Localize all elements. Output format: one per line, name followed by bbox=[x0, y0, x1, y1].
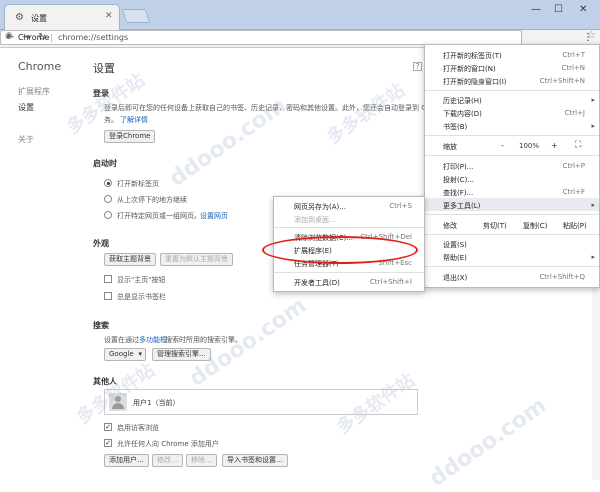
gear-icon: ⚙ bbox=[15, 12, 24, 23]
search-engine-value: Google bbox=[109, 350, 134, 358]
allow-add-user-label: 允许任何人向 Chrome 添加用户 bbox=[117, 440, 219, 448]
page-title: 设置 bbox=[93, 62, 115, 75]
startup-option-specific: 打开特定网页或一组网页。 bbox=[117, 212, 201, 220]
watermark-domain-3: ddooo.com bbox=[425, 393, 552, 492]
menu-history[interactable]: 历史记录(H) bbox=[443, 96, 482, 106]
tab-settings[interactable]: ⚙ 设置 ✕ bbox=[4, 4, 120, 30]
menu-bookmarks[interactable]: 书签(B) bbox=[443, 122, 467, 132]
submenu-save-page[interactable]: 网页另存为(A)... bbox=[294, 202, 346, 212]
submenu-arrow-icon: ▸ bbox=[591, 201, 595, 209]
startup-radio-specific[interactable] bbox=[104, 211, 112, 219]
login-learn-more-link[interactable]: 了解详情 bbox=[120, 115, 148, 125]
sidebar-item-about[interactable]: 关于 bbox=[18, 134, 34, 145]
submenu-dev-tools[interactable]: 开发者工具(D) bbox=[294, 278, 340, 288]
sidebar-item-extensions[interactable]: 扩展程序 bbox=[18, 86, 50, 97]
omnibox-url: chrome://settings bbox=[58, 33, 129, 42]
guest-browsing-checkbox[interactable]: ✓ bbox=[104, 423, 112, 431]
startup-heading: 启动时 bbox=[93, 159, 117, 168]
maximize-icon[interactable]: ☐ bbox=[554, 4, 563, 15]
import-bookmarks-button[interactable]: 导入书签和设置... bbox=[222, 454, 288, 467]
chrome-page-icon: ◉ bbox=[5, 31, 13, 41]
startup-radio-newtab[interactable] bbox=[104, 179, 112, 187]
show-bookmarks-checkbox[interactable] bbox=[104, 292, 112, 300]
show-bookmarks-label: 总是显示书签栏 bbox=[117, 293, 166, 301]
menu-help[interactable]: 帮助(E) bbox=[443, 253, 467, 263]
get-themes-button[interactable]: 获取主题背景 bbox=[104, 253, 156, 266]
menu-cut[interactable]: 剪切(T) bbox=[483, 221, 507, 231]
omnibox-chip: Chrome bbox=[18, 33, 50, 42]
startup-option-newtab: 打开新标签页 bbox=[117, 180, 159, 188]
menu-copy[interactable]: 复制(C) bbox=[523, 221, 547, 231]
search-heading: 搜索 bbox=[93, 321, 109, 330]
minimize-icon[interactable]: — bbox=[531, 4, 541, 15]
omnibox-link[interactable]: 多功能框 bbox=[139, 335, 167, 345]
zoom-value: 100% bbox=[519, 142, 540, 150]
menu-new-tab-shortcut: Ctrl+T bbox=[562, 51, 585, 59]
menu-downloads-shortcut: Ctrl+J bbox=[564, 109, 585, 117]
reset-theme-button[interactable]: 重置为默认主题背景 bbox=[160, 253, 233, 266]
search-text-pre: 设置在通过 bbox=[104, 336, 139, 344]
menu-edit-label: 修改 bbox=[443, 222, 457, 230]
menu-exit-shortcut: Ctrl+Shift+Q bbox=[539, 273, 585, 281]
sidebar-item-settings[interactable]: 设置 bbox=[18, 102, 34, 113]
omnibox[interactable]: ◉ Chrome | chrome://settings ☆ bbox=[0, 30, 596, 45]
omnibox-separator: | bbox=[50, 33, 53, 42]
highlight-ellipse bbox=[262, 236, 418, 264]
add-user-button[interactable]: 添加用户... bbox=[104, 454, 149, 467]
watermark-brand-2: 多多软件站 bbox=[322, 79, 409, 149]
menu-more-tools[interactable]: 更多工具(L) bbox=[443, 201, 480, 211]
menu-new-tab[interactable]: 打开新的标签页(T) bbox=[443, 51, 502, 61]
show-home-label: 显示"主页"按钮 bbox=[117, 276, 166, 284]
menu-find[interactable]: 查找(F)... bbox=[443, 188, 473, 198]
guest-browsing-label: 启用访客浏览 bbox=[117, 424, 159, 432]
new-tab-button[interactable] bbox=[121, 9, 151, 23]
appearance-heading: 外观 bbox=[93, 239, 109, 248]
submenu-arrow-icon: ▸ bbox=[591, 96, 595, 104]
submenu-save-page-shortcut: Ctrl+S bbox=[389, 202, 412, 210]
set-pages-link[interactable]: 设置网页 bbox=[200, 211, 228, 221]
submenu-arrow-icon: ▸ bbox=[591, 122, 595, 130]
menu-print[interactable]: 打印(P)... bbox=[443, 162, 473, 172]
menu-exit[interactable]: 退出(X) bbox=[443, 273, 467, 283]
submenu-add-to-desktop[interactable]: 添加到桌面... bbox=[294, 215, 336, 225]
help-icon[interactable]: ? bbox=[413, 62, 422, 71]
submenu-arrow-icon: ▸ bbox=[591, 253, 595, 261]
user-name[interactable]: 用户1（当前） bbox=[133, 398, 179, 408]
tab-title: 设置 bbox=[31, 14, 47, 23]
menu-zoom-label: 缩放 bbox=[443, 143, 457, 151]
menu-incognito-shortcut: Ctrl+Shift+N bbox=[539, 77, 585, 85]
menu-print-shortcut: Ctrl+P bbox=[562, 162, 585, 170]
menu-new-window-shortcut: Ctrl+N bbox=[561, 64, 585, 72]
edit-user-button[interactable]: 修改... bbox=[152, 454, 183, 467]
menu-find-shortcut: Ctrl+F bbox=[562, 188, 585, 196]
close-tab-icon[interactable]: ✕ bbox=[105, 11, 113, 21]
chrome-menu-icon[interactable]: ⋮ bbox=[583, 32, 593, 43]
menu-downloads[interactable]: 下载内容(D) bbox=[443, 109, 482, 119]
submenu-dev-tools-shortcut: Ctrl+Shift+I bbox=[369, 278, 412, 286]
chrome-menu: 打开新的标签页(T) Ctrl+T 打开新的窗口(N) Ctrl+N 打开新的隐… bbox=[424, 44, 600, 288]
fullscreen-icon[interactable]: ⛶ bbox=[575, 140, 581, 150]
menu-paste[interactable]: 粘贴(P) bbox=[563, 221, 587, 231]
menu-cast[interactable]: 投射(C)... bbox=[443, 175, 474, 185]
allow-add-user-checkbox[interactable]: ✓ bbox=[104, 439, 112, 447]
show-home-checkbox[interactable] bbox=[104, 275, 112, 283]
menu-new-window[interactable]: 打开新的窗口(N) bbox=[443, 64, 496, 74]
startup-radio-continue[interactable] bbox=[104, 195, 112, 203]
signin-chrome-button[interactable]: 登录Chrome bbox=[104, 130, 156, 143]
startup-option-continue: 从上次停下的地方继续 bbox=[117, 196, 187, 204]
zoom-in-button[interactable]: + bbox=[551, 141, 558, 150]
menu-incognito[interactable]: 打开新的隐身窗口(I) bbox=[443, 77, 507, 87]
sidebar-title: Chrome bbox=[18, 60, 62, 73]
zoom-out-button[interactable]: - bbox=[501, 141, 504, 150]
close-window-icon[interactable]: ✕ bbox=[579, 4, 587, 15]
menu-settings[interactable]: 设置(S) bbox=[443, 240, 467, 250]
remove-user-button[interactable]: 移除... bbox=[186, 454, 217, 467]
